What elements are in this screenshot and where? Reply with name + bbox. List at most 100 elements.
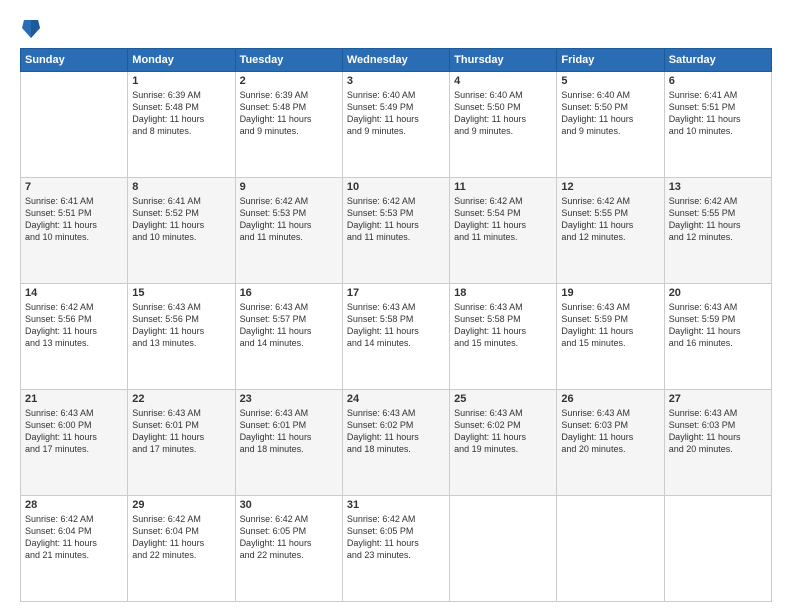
calendar-cell: 6 Sunrise: 6:41 AM Sunset: 5:51 PM Daylig…	[664, 72, 771, 178]
day-info: Sunrise: 6:42 AM Sunset: 5:56 PM Dayligh…	[25, 301, 123, 350]
calendar-cell: 22Sunrise: 6:43 AM Sunset: 6:01 PM Dayli…	[128, 390, 235, 496]
day-number: 29	[132, 499, 230, 511]
logo-icon	[22, 16, 40, 38]
calendar-cell: 16 Sunrise: 6:43 AM Sunset: 5:57 PM Dayli…	[235, 284, 342, 390]
day-info: Sunrise: 6:42 AM Sunset: 6:05 PM Dayligh…	[347, 513, 445, 562]
day-number: 6	[669, 75, 767, 87]
day-number: 14	[25, 287, 123, 299]
day-number: 2	[240, 75, 338, 87]
calendar-week-row: 7 Sunrise: 6:41 AM Sunset: 5:51 PM Daylig…	[21, 178, 772, 284]
day-number: 31	[347, 499, 445, 511]
day-number: 4	[454, 75, 552, 87]
day-info: Sunrise: 6:42 AM Sunset: 5:55 PM Dayligh…	[669, 195, 767, 244]
calendar-cell: 17 Sunrise: 6:43 AM Sunset: 5:58 PM Dayli…	[342, 284, 449, 390]
day-info: Sunrise: 6:43 AM Sunset: 5:59 PM Dayligh…	[561, 301, 659, 350]
calendar-header-thursday: Thursday	[450, 49, 557, 72]
day-number: 15	[132, 287, 230, 299]
calendar-cell	[21, 72, 128, 178]
day-info: Sunrise: 6:43 AM Sunset: 6:02 PM Dayligh…	[454, 407, 552, 456]
day-number: 17	[347, 287, 445, 299]
calendar-cell: 1Sunrise: 6:39 AM Sunset: 5:48 PM Daylig…	[128, 72, 235, 178]
day-number: 7	[25, 181, 123, 193]
day-info: Sunrise: 6:43 AM Sunset: 6:01 PM Dayligh…	[240, 407, 338, 456]
day-number: 26	[561, 393, 659, 405]
day-info: Sunrise: 6:42 AM Sunset: 6:05 PM Dayligh…	[240, 513, 338, 562]
day-info: Sunrise: 6:43 AM Sunset: 5:58 PM Dayligh…	[454, 301, 552, 350]
calendar-cell: 10 Sunrise: 6:42 AM Sunset: 5:53 PM Dayli…	[342, 178, 449, 284]
day-number: 30	[240, 499, 338, 511]
calendar-cell: 21 Sunrise: 6:43 AM Sunset: 6:00 PM Dayli…	[21, 390, 128, 496]
calendar-header-friday: Friday	[557, 49, 664, 72]
day-info: Sunrise: 6:43 AM Sunset: 5:59 PM Dayligh…	[669, 301, 767, 350]
calendar-cell: 23 Sunrise: 6:43 AM Sunset: 6:01 PM Dayli…	[235, 390, 342, 496]
day-info: Sunrise: 6:42 AM Sunset: 5:54 PM Dayligh…	[454, 195, 552, 244]
calendar-cell: 3 Sunrise: 6:40 AM Sunset: 5:49 PM Daylig…	[342, 72, 449, 178]
day-number: 23	[240, 393, 338, 405]
day-number: 19	[561, 287, 659, 299]
day-info: Sunrise: 6:41 AM Sunset: 5:51 PM Dayligh…	[669, 89, 767, 138]
day-info: Sunrise: 6:39 AM Sunset: 5:48 PM Dayligh…	[132, 89, 230, 138]
page: SundayMondayTuesdayWednesdayThursdayFrid…	[0, 0, 792, 612]
day-info: Sunrise: 6:41 AM Sunset: 5:52 PM Dayligh…	[132, 195, 230, 244]
day-number: 5	[561, 75, 659, 87]
day-info: Sunrise: 6:42 AM Sunset: 5:53 PM Dayligh…	[347, 195, 445, 244]
calendar-cell: 9Sunrise: 6:42 AM Sunset: 5:53 PM Daylig…	[235, 178, 342, 284]
day-info: Sunrise: 6:40 AM Sunset: 5:49 PM Dayligh…	[347, 89, 445, 138]
day-info: Sunrise: 6:42 AM Sunset: 6:04 PM Dayligh…	[132, 513, 230, 562]
day-number: 28	[25, 499, 123, 511]
calendar-header-row: SundayMondayTuesdayWednesdayThursdayFrid…	[21, 49, 772, 72]
calendar-cell: 26 Sunrise: 6:43 AM Sunset: 6:03 PM Dayli…	[557, 390, 664, 496]
logo	[20, 16, 40, 40]
calendar-cell: 2 Sunrise: 6:39 AM Sunset: 5:48 PM Daylig…	[235, 72, 342, 178]
day-info: Sunrise: 6:43 AM Sunset: 6:03 PM Dayligh…	[669, 407, 767, 456]
day-number: 13	[669, 181, 767, 193]
header	[20, 16, 772, 40]
calendar-cell: 19 Sunrise: 6:43 AM Sunset: 5:59 PM Dayli…	[557, 284, 664, 390]
day-number: 27	[669, 393, 767, 405]
day-number: 9	[240, 181, 338, 193]
day-number: 20	[669, 287, 767, 299]
day-info: Sunrise: 6:42 AM Sunset: 5:55 PM Dayligh…	[561, 195, 659, 244]
day-info: Sunrise: 6:43 AM Sunset: 5:57 PM Dayligh…	[240, 301, 338, 350]
calendar-cell: 24Sunrise: 6:43 AM Sunset: 6:02 PM Dayli…	[342, 390, 449, 496]
calendar-cell: 25 Sunrise: 6:43 AM Sunset: 6:02 PM Dayli…	[450, 390, 557, 496]
day-info: Sunrise: 6:43 AM Sunset: 6:03 PM Dayligh…	[561, 407, 659, 456]
calendar-cell: 8 Sunrise: 6:41 AM Sunset: 5:52 PM Daylig…	[128, 178, 235, 284]
day-number: 8	[132, 181, 230, 193]
day-info: Sunrise: 6:43 AM Sunset: 6:01 PM Dayligh…	[132, 407, 230, 456]
day-number: 12	[561, 181, 659, 193]
calendar-cell: 11 Sunrise: 6:42 AM Sunset: 5:54 PM Dayli…	[450, 178, 557, 284]
day-number: 16	[240, 287, 338, 299]
calendar-cell: 29 Sunrise: 6:42 AM Sunset: 6:04 PM Dayli…	[128, 496, 235, 602]
calendar-cell: 14 Sunrise: 6:42 AM Sunset: 5:56 PM Dayli…	[21, 284, 128, 390]
calendar-cell: 20 Sunrise: 6:43 AM Sunset: 5:59 PM Dayli…	[664, 284, 771, 390]
calendar-header-sunday: Sunday	[21, 49, 128, 72]
calendar-cell: 5Sunrise: 6:40 AM Sunset: 5:50 PM Daylig…	[557, 72, 664, 178]
calendar-cell: 12 Sunrise: 6:42 AM Sunset: 5:55 PM Dayli…	[557, 178, 664, 284]
day-info: Sunrise: 6:41 AM Sunset: 5:51 PM Dayligh…	[25, 195, 123, 244]
day-info: Sunrise: 6:40 AM Sunset: 5:50 PM Dayligh…	[454, 89, 552, 138]
calendar-cell: 18 Sunrise: 6:43 AM Sunset: 5:58 PM Dayli…	[450, 284, 557, 390]
calendar-cell	[557, 496, 664, 602]
calendar-cell: 30 Sunrise: 6:42 AM Sunset: 6:05 PM Dayli…	[235, 496, 342, 602]
calendar-table: SundayMondayTuesdayWednesdayThursdayFrid…	[20, 48, 772, 602]
day-number: 3	[347, 75, 445, 87]
calendar-cell: 27 Sunrise: 6:43 AM Sunset: 6:03 PM Dayli…	[664, 390, 771, 496]
calendar-week-row: 28 Sunrise: 6:42 AM Sunset: 6:04 PM Dayli…	[21, 496, 772, 602]
day-info: Sunrise: 6:39 AM Sunset: 5:48 PM Dayligh…	[240, 89, 338, 138]
day-info: Sunrise: 6:43 AM Sunset: 6:00 PM Dayligh…	[25, 407, 123, 456]
day-info: Sunrise: 6:43 AM Sunset: 5:58 PM Dayligh…	[347, 301, 445, 350]
calendar-cell: 13 Sunrise: 6:42 AM Sunset: 5:55 PM Dayli…	[664, 178, 771, 284]
calendar-cell: 7 Sunrise: 6:41 AM Sunset: 5:51 PM Daylig…	[21, 178, 128, 284]
day-number: 25	[454, 393, 552, 405]
calendar-cell: 28 Sunrise: 6:42 AM Sunset: 6:04 PM Dayli…	[21, 496, 128, 602]
day-info: Sunrise: 6:43 AM Sunset: 5:56 PM Dayligh…	[132, 301, 230, 350]
calendar-header-tuesday: Tuesday	[235, 49, 342, 72]
day-number: 21	[25, 393, 123, 405]
day-number: 18	[454, 287, 552, 299]
day-info: Sunrise: 6:42 AM Sunset: 6:04 PM Dayligh…	[25, 513, 123, 562]
calendar-week-row: 14 Sunrise: 6:42 AM Sunset: 5:56 PM Dayli…	[21, 284, 772, 390]
day-number: 10	[347, 181, 445, 193]
calendar-header-monday: Monday	[128, 49, 235, 72]
day-number: 11	[454, 181, 552, 193]
